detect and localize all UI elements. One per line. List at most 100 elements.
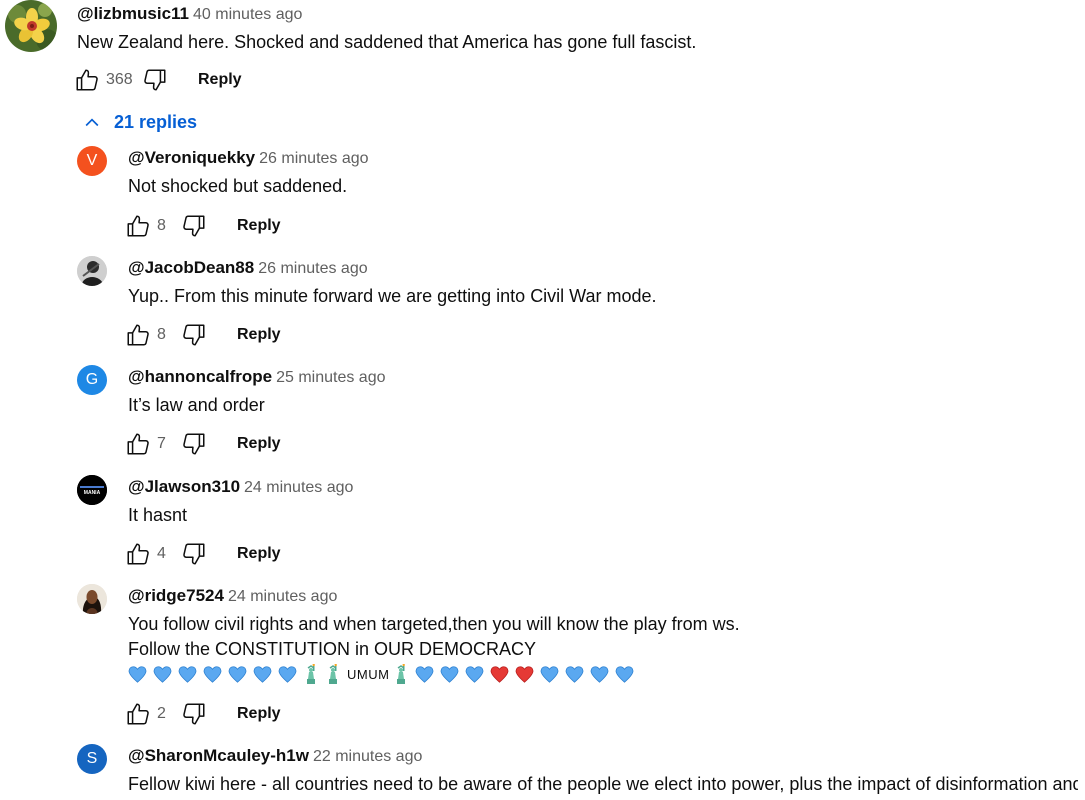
comment-time[interactable]: 24 minutes ago: [244, 479, 353, 496]
replies-toggle[interactable]: 21 replies: [82, 112, 197, 133]
like-button[interactable]: [125, 431, 151, 457]
avatar[interactable]: G: [77, 365, 107, 395]
blue-heart-icon: [415, 665, 434, 683]
statue-of-liberty-icon: [303, 664, 319, 684]
thumbs-up-icon: [127, 433, 149, 455]
comment-header: @lizbmusic11 40 minutes ago: [77, 4, 302, 25]
comment-time[interactable]: 26 minutes ago: [258, 260, 367, 277]
comment-actions: 4 Reply: [125, 539, 281, 569]
person-photo-image: [77, 256, 107, 286]
comment-actions: 7 Reply: [125, 429, 281, 459]
blue-heart-icon: [128, 665, 147, 683]
comment-time[interactable]: 22 minutes ago: [313, 748, 422, 765]
thumbs-up-icon: [76, 69, 98, 91]
comment-actions: 368 Reply: [74, 65, 242, 95]
dislike-button[interactable]: [181, 431, 207, 457]
thumbs-down-icon: [144, 69, 166, 91]
blue-heart-icon: [590, 665, 609, 683]
comment-author[interactable]: @JacobDean88: [128, 258, 254, 277]
blue-heart-icon: [203, 665, 222, 683]
person-photo-image: [77, 584, 107, 614]
avatar-letter: S: [86, 750, 98, 767]
statue-of-liberty-icon: [325, 664, 341, 684]
avatar[interactable]: S: [77, 744, 107, 774]
red-heart-icon: [490, 665, 509, 683]
comment-text: New Zealand here. Shocked and saddened t…: [77, 32, 697, 52]
comment-actions: 8 Reply: [125, 320, 281, 350]
dislike-button[interactable]: [181, 701, 207, 727]
avatar-letter: V: [86, 152, 98, 169]
comment-text: Fellow kiwi here - all countries need to…: [128, 774, 1078, 794]
comment-author[interactable]: @hannoncalfrope: [128, 367, 272, 386]
like-button[interactable]: [125, 322, 151, 348]
comment-text-line: You follow civil rights and when targete…: [128, 614, 740, 634]
reply-button[interactable]: Reply: [237, 326, 281, 344]
comment-header: @ridge7524 24 minutes ago: [128, 586, 337, 607]
comment-header: @SharonMcauley-h1w 22 minutes ago: [128, 746, 422, 767]
comment-text: Yup.. From this minute forward we are ge…: [128, 286, 657, 306]
comment-author[interactable]: @ridge7524: [128, 586, 224, 605]
comment-header: @JacobDean88 26 minutes ago: [128, 258, 368, 279]
reply-button[interactable]: Reply: [237, 217, 281, 235]
avatar-letter: G: [85, 371, 99, 388]
like-count: 7: [157, 435, 166, 452]
blue-heart-icon: [178, 665, 197, 683]
umum-text: UMUM: [347, 666, 390, 682]
like-button[interactable]: [125, 541, 151, 567]
like-count: 368: [106, 71, 133, 88]
comment-time[interactable]: 40 minutes ago: [193, 6, 302, 23]
comment-author[interactable]: @SharonMcauley-h1w: [128, 746, 309, 765]
avatar[interactable]: MANIA: [77, 475, 107, 505]
blue-heart-icon: [540, 665, 559, 683]
thumbs-down-icon: [183, 543, 205, 565]
avatar[interactable]: [5, 0, 57, 52]
comment-actions: 8 Reply: [125, 211, 281, 241]
comment-time[interactable]: 24 minutes ago: [228, 588, 337, 605]
reply-button[interactable]: Reply: [237, 545, 281, 563]
like-button[interactable]: [125, 213, 151, 239]
replies-toggle-label: 21 replies: [114, 112, 198, 132]
thumbs-down-icon: [183, 433, 205, 455]
like-button[interactable]: [125, 701, 151, 727]
avatar[interactable]: [77, 584, 107, 614]
avatar[interactable]: V: [77, 146, 107, 176]
comment-time[interactable]: 25 minutes ago: [276, 369, 385, 386]
thumbs-up-icon: [127, 703, 149, 725]
emoji-row: UMUM: [128, 664, 640, 684]
dislike-button[interactable]: [181, 213, 207, 239]
comment-header: @hannoncalfrope 25 minutes ago: [128, 367, 386, 388]
dislike-button[interactable]: [142, 67, 168, 93]
flower-avatar-image: [5, 0, 57, 52]
blue-heart-icon: [440, 665, 459, 683]
reply-button[interactable]: Reply: [198, 71, 242, 89]
blue-heart-icon: [615, 665, 634, 683]
thumbs-down-icon: [183, 703, 205, 725]
blue-heart-icon: [253, 665, 272, 683]
blue-heart-icon: [228, 665, 247, 683]
like-count: 2: [157, 705, 166, 722]
chevron-up-icon: [85, 117, 99, 126]
like-count: 8: [157, 217, 166, 234]
dislike-button[interactable]: [181, 541, 207, 567]
red-heart-icon: [515, 665, 534, 683]
reply-button[interactable]: Reply: [237, 435, 281, 453]
reply-button[interactable]: Reply: [237, 705, 281, 723]
comment-author[interactable]: @Veroniquekky: [128, 148, 255, 167]
statue-of-liberty-icon: [393, 664, 409, 684]
avatar[interactable]: [77, 256, 107, 286]
comment-text-line: Follow the CONSTITUTION in OUR DEMOCRACY: [128, 639, 537, 659]
avatar-logo-text: MANIA: [84, 490, 101, 496]
like-button[interactable]: [74, 67, 100, 93]
thumbs-up-icon: [127, 324, 149, 346]
thumbs-up-icon: [127, 543, 149, 565]
comment-author[interactable]: @lizbmusic11: [77, 4, 189, 23]
thumbs-down-icon: [183, 324, 205, 346]
dislike-button[interactable]: [181, 322, 207, 348]
comment-author[interactable]: @Jlawson310: [128, 477, 240, 496]
thumbs-up-icon: [127, 215, 149, 237]
blue-heart-icon: [565, 665, 584, 683]
comment-text: It’s law and order: [128, 395, 265, 415]
comment-time[interactable]: 26 minutes ago: [259, 150, 368, 167]
comment-header: @Jlawson310 24 minutes ago: [128, 477, 353, 498]
thumbs-down-icon: [183, 215, 205, 237]
